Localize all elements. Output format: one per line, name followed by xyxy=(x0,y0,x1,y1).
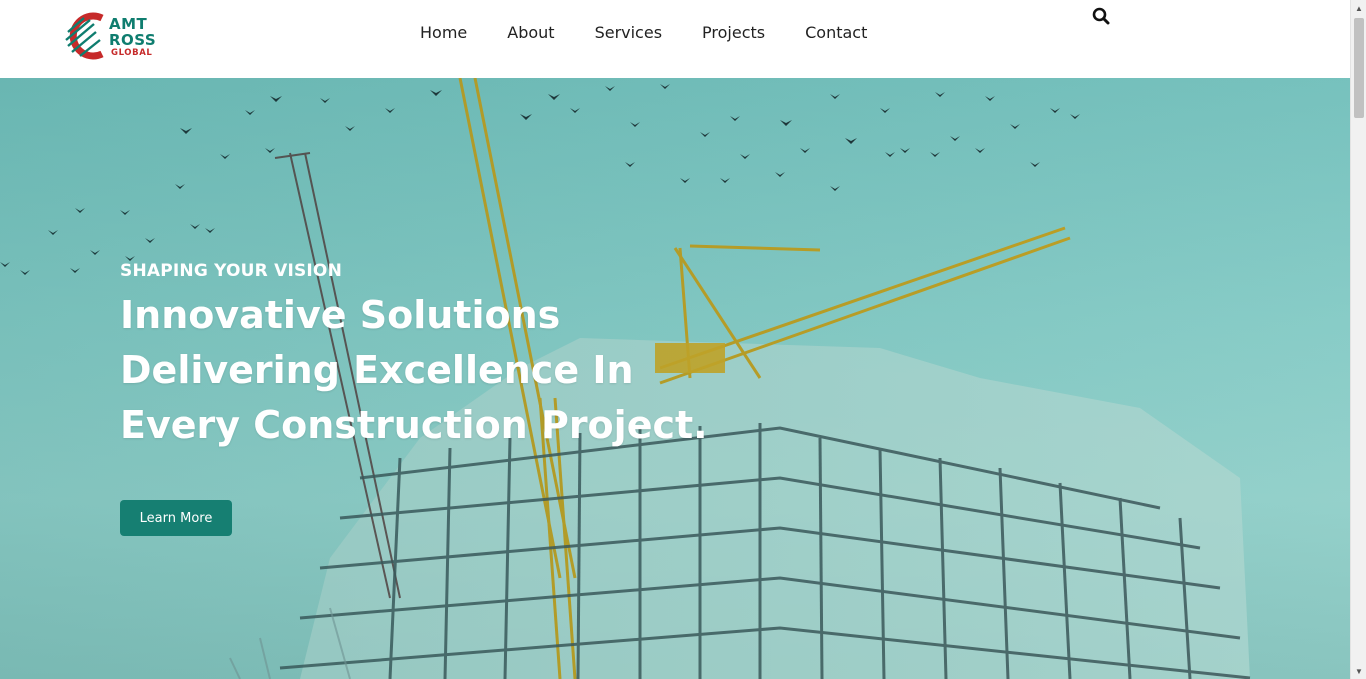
nav-about[interactable]: About xyxy=(507,22,554,44)
hero-headline-line1: Innovative Solutions xyxy=(120,293,561,337)
hero-headline-line2: Delivering Excellence In xyxy=(120,348,634,392)
hero-headline: Innovative Solutions Delivering Excellen… xyxy=(120,288,760,453)
logo-mark-icon xyxy=(65,12,104,60)
hero-eyebrow: SHAPING YOUR VISION xyxy=(120,261,343,281)
site-header: AMT ROSS GLOBAL Home About Services Proj… xyxy=(0,0,1350,78)
nav-contact[interactable]: Contact xyxy=(805,22,867,44)
hero-section: SHAPING YOUR VISION Innovative Solutions… xyxy=(0,78,1350,679)
brand-logo[interactable]: AMT ROSS GLOBAL xyxy=(62,12,162,62)
hero-headline-line3: Every Construction Project. xyxy=(120,403,708,447)
scroll-up-icon[interactable]: ▲ xyxy=(1351,0,1366,16)
hero-content: SHAPING YOUR VISION Innovative Solutions… xyxy=(120,260,760,453)
nav-home[interactable]: Home xyxy=(420,22,467,44)
scroll-down-icon[interactable]: ▼ xyxy=(1351,663,1366,679)
learn-more-button[interactable]: Learn More xyxy=(120,500,232,536)
scrollbar-thumb[interactable] xyxy=(1354,18,1364,118)
brand-tagline: GLOBAL xyxy=(111,48,153,58)
brand-line2: ROSS xyxy=(109,31,157,49)
nav-projects[interactable]: Projects xyxy=(702,22,765,44)
page-scrollbar[interactable]: ▲ ▼ xyxy=(1350,0,1366,679)
search-icon[interactable] xyxy=(1092,7,1112,27)
brand-wordmark: AMT ROSS GLOBAL xyxy=(109,16,156,58)
nav-services[interactable]: Services xyxy=(595,22,662,44)
main-nav: Home About Services Projects Contact xyxy=(420,22,867,44)
